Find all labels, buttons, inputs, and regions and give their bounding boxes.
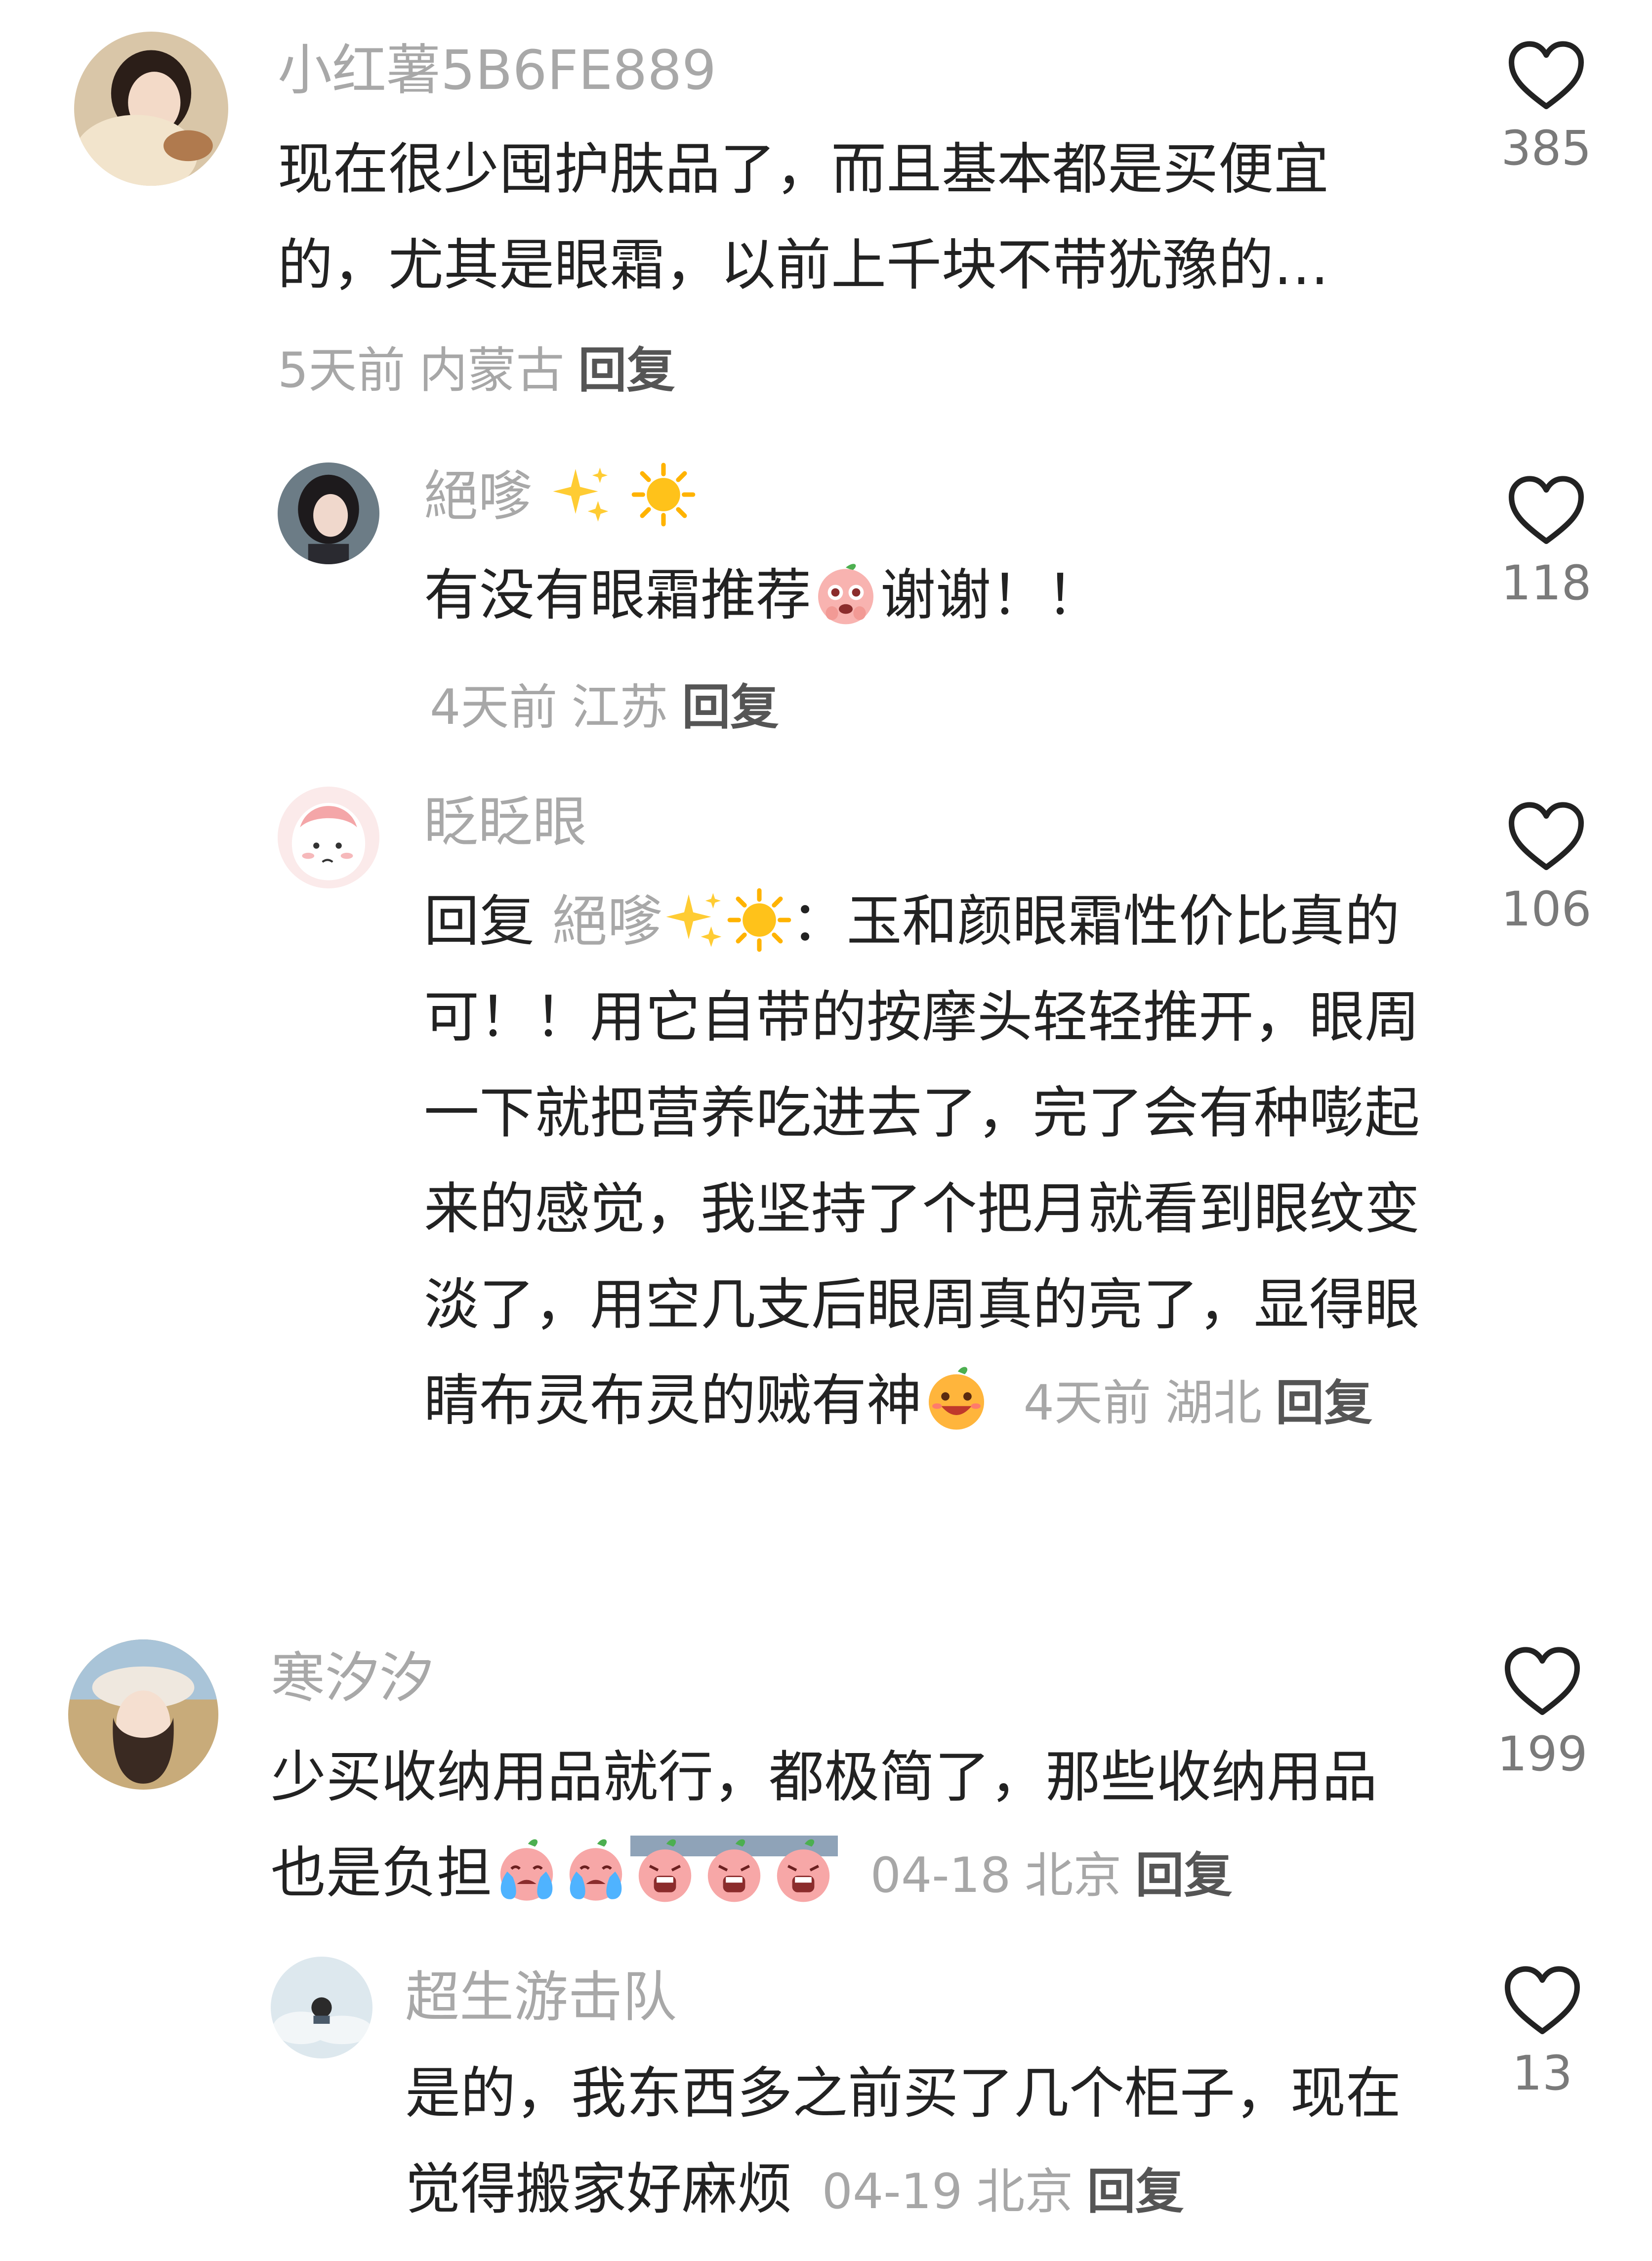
like-button[interactable]: 199 bbox=[1483, 1645, 1602, 1782]
comment-meta: 04-19 北京 回复 bbox=[822, 2164, 1184, 2220]
comment-meta: 4天前 江苏 回复 bbox=[430, 668, 779, 738]
reply-button[interactable]: 回复 bbox=[1276, 1375, 1372, 1431]
heart-outline-icon bbox=[1503, 1645, 1582, 1717]
reply-button[interactable]: 回复 bbox=[1135, 1847, 1232, 1904]
avatar[interactable] bbox=[271, 1957, 372, 2058]
like-count: 106 bbox=[1501, 881, 1592, 937]
reply-button[interactable]: 回复 bbox=[578, 342, 675, 399]
username[interactable]: 小红薯5B6FE889 bbox=[278, 38, 716, 103]
comment-meta: 04-18 北京 回复 bbox=[870, 1847, 1233, 1904]
like-count: 199 bbox=[1497, 1726, 1588, 1782]
sparkles-emoji bbox=[663, 885, 727, 950]
comment-text: 现在很少囤护肤品了，而且基本都是买便宜的，尤其是眼霜，以前上千块不带犹豫的… bbox=[278, 137, 1329, 297]
avatar[interactable] bbox=[278, 787, 379, 888]
comment-meta: 5天前 内蒙古 回复 bbox=[278, 331, 675, 401]
username[interactable]: 絕嗲 bbox=[424, 462, 696, 529]
username[interactable]: 眨眨眼 bbox=[424, 790, 587, 855]
like-button[interactable]: 106 bbox=[1487, 800, 1606, 937]
comment-text: 少买收纳用品就行，都极简了，那些收纳用品也是负担 04-18 北京 回复 bbox=[271, 1745, 1377, 1905]
timestamp: 04-19 bbox=[822, 2164, 963, 2220]
location: 北京 bbox=[976, 2164, 1074, 2220]
grin-peach-emoji bbox=[922, 1363, 991, 1432]
scream-peach-emoji bbox=[630, 1836, 700, 1905]
reply-prefix: 回复 bbox=[424, 889, 535, 954]
timestamp: 4天前 bbox=[1023, 1375, 1151, 1431]
sun-emoji bbox=[727, 885, 791, 950]
timestamp: 5天前 bbox=[278, 342, 406, 399]
location: 北京 bbox=[1025, 1847, 1122, 1904]
avatar[interactable] bbox=[74, 32, 228, 186]
heart-outline-icon bbox=[1503, 1965, 1582, 2037]
like-count: 13 bbox=[1512, 2046, 1573, 2101]
scream-peach-emoji bbox=[769, 1836, 838, 1905]
comment-meta: 4天前 湖北 回复 bbox=[1024, 1375, 1372, 1431]
crying-peach-emoji bbox=[561, 1836, 630, 1905]
location: 江苏 bbox=[571, 679, 668, 736]
like-button[interactable]: 118 bbox=[1487, 474, 1606, 611]
heart-outline-icon bbox=[1507, 474, 1586, 546]
like-count: 118 bbox=[1501, 555, 1592, 611]
sun-emoji bbox=[631, 462, 696, 527]
like-count: 385 bbox=[1501, 121, 1592, 176]
scream-peach-emoji bbox=[700, 1836, 769, 1905]
reply-to-username[interactable]: 絕嗲 bbox=[552, 889, 663, 954]
heart-outline-icon bbox=[1507, 40, 1586, 112]
reply-button[interactable]: 回复 bbox=[1087, 2164, 1184, 2220]
comment-text: 有没有眼霜推荐 谢谢！！ bbox=[424, 547, 1437, 643]
location: 湖北 bbox=[1164, 1375, 1262, 1431]
comment-text: 是的，我东西多之前买了几个柜子，现在觉得搬家好麻烦 04-19 北京 回复 bbox=[405, 2061, 1401, 2221]
like-button[interactable]: 13 bbox=[1483, 1965, 1602, 2101]
avatar[interactable] bbox=[68, 1639, 218, 1790]
heart-outline-icon bbox=[1507, 800, 1586, 873]
username[interactable]: 超生游击队 bbox=[405, 1965, 677, 2030]
reply-button[interactable]: 回复 bbox=[682, 679, 779, 736]
timestamp: 04-18 bbox=[870, 1847, 1011, 1904]
pleading-peach-emoji bbox=[811, 558, 880, 627]
sparkles-emoji bbox=[550, 462, 614, 527]
location: 内蒙古 bbox=[419, 342, 565, 399]
avatar[interactable] bbox=[278, 462, 379, 564]
comment-text: 回复 絕嗲 ：玉和颜眼霜性价比真的可！！用它自带的按摩头轻轻推开，眼周一下就把营养… bbox=[424, 874, 1422, 1451]
crying-peach-emoji bbox=[492, 1836, 561, 1905]
timestamp: 4天前 bbox=[430, 679, 558, 736]
username[interactable]: 寒汐汐 bbox=[271, 1645, 434, 1711]
like-button[interactable]: 385 bbox=[1487, 40, 1606, 176]
